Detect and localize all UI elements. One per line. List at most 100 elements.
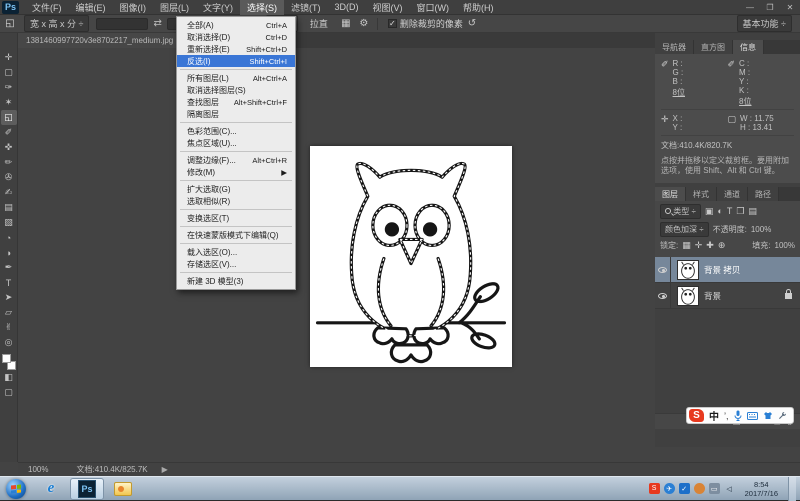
layer-filter-dropdown[interactable]: 类型 ÷ <box>660 204 701 219</box>
zoom-level-field[interactable]: 100% <box>28 465 48 474</box>
quick-mask-icon[interactable]: ◧ <box>1 370 17 385</box>
visibility-toggle[interactable] <box>655 257 671 282</box>
workspace-switcher-dropdown[interactable]: 基本功能 ÷ <box>736 15 792 32</box>
taskbar-photoshop[interactable]: Ps <box>70 477 104 500</box>
minimize-icon[interactable]: — <box>740 2 760 13</box>
blur-tool[interactable]: ◔ <box>1 230 17 245</box>
menu-type[interactable]: 文字(Y) <box>196 0 240 15</box>
tab-navigator[interactable]: 导航器 <box>655 40 694 54</box>
show-desktop-button[interactable] <box>788 476 796 501</box>
type-tool[interactable]: T <box>1 275 17 290</box>
opacity-value[interactable]: 100% <box>751 225 771 234</box>
tray-display-icon[interactable]: ▭ <box>708 483 720 494</box>
menu-item-deselect[interactable]: 取消选择(D) Ctrl+D <box>177 31 295 43</box>
menu-window[interactable]: 窗口(W) <box>410 0 457 15</box>
menu-item-find-layers[interactable]: 查找图层 Alt+Shift+Ctrl+F <box>177 96 295 108</box>
fill-value[interactable]: 100% <box>775 241 795 250</box>
menu-view[interactable]: 视图(V) <box>366 0 410 15</box>
wrench-icon[interactable] <box>778 411 787 420</box>
status-options-arrow-icon[interactable]: ▶ <box>162 465 168 474</box>
menu-image[interactable]: 图像(I) <box>113 0 154 15</box>
overlay-grid-icon[interactable]: ▦ <box>337 18 355 29</box>
menu-item-quick-mask-edit[interactable]: 在快速蒙版模式下编辑(Q) <box>177 229 295 241</box>
menu-item-deselect-layers[interactable]: 取消选择图层(S) <box>177 84 295 96</box>
visibility-toggle[interactable] <box>655 283 671 308</box>
menu-item-grow[interactable]: 扩大选取(G) <box>177 183 295 195</box>
lock-position-icon[interactable]: ✚ <box>706 240 714 251</box>
ime-punctuation-toggle[interactable]: ’, <box>724 411 729 421</box>
healing-brush-tool[interactable]: ✜ <box>1 140 17 155</box>
tab-paths[interactable]: 路径 <box>748 187 779 201</box>
path-select-tool[interactable]: ➤ <box>1 290 17 305</box>
taskbar-clock[interactable]: 8:54 2017/7/16 <box>739 480 784 498</box>
filter-smart-objects-icon[interactable]: ▤ <box>748 206 757 217</box>
taskbar-internet-explorer[interactable]: e <box>34 478 68 500</box>
tab-layers[interactable]: 图层 <box>655 187 686 201</box>
filter-group-layers-icon[interactable]: ❒ <box>736 206 744 217</box>
straighten-button[interactable]: 拉直 <box>304 16 334 31</box>
tray-sogou-icon[interactable]: S <box>648 483 660 494</box>
menu-item-save-selection[interactable]: 存储选区(V)... <box>177 258 295 270</box>
menu-item-modify[interactable]: 修改(M) ▶ <box>177 166 295 178</box>
eyedropper-tool[interactable]: ✐ <box>1 125 17 140</box>
filter-type-layers-icon[interactable]: T <box>727 206 733 217</box>
rgb-bit-depth[interactable]: 8位 <box>673 88 685 97</box>
menu-help[interactable]: 帮助(H) <box>456 0 501 15</box>
taskbar-image-viewer[interactable] <box>106 478 140 500</box>
layer-row-background-copy[interactable]: 背景 拷贝 <box>655 257 800 283</box>
menu-3d[interactable]: 3D(D) <box>328 1 366 13</box>
menu-item-isolate-layers[interactable]: 隔离图层 <box>177 108 295 120</box>
tab-histogram[interactable]: 直方图 <box>694 40 733 54</box>
menu-item-load-selection[interactable]: 载入选区(O)... <box>177 246 295 258</box>
clone-stamp-tool[interactable]: ✇ <box>1 170 17 185</box>
menu-item-color-range[interactable]: 色彩范围(C)... <box>177 125 295 137</box>
layer-thumbnail[interactable] <box>677 285 699 306</box>
menu-item-new-3d-extrusion[interactable]: 新建 3D 模型(3) <box>177 275 295 287</box>
cmyk-bit-depth[interactable]: 8位 <box>739 97 751 106</box>
color-swatches[interactable] <box>1 354 16 370</box>
crop-ratio-dropdown[interactable]: 宽 x 高 x 分 ÷ <box>24 15 90 32</box>
delete-cropped-pixels-checkbox[interactable]: ✓ 删除裁剪的像素 <box>387 17 463 30</box>
tray-volume-icon[interactable]: ◁ <box>724 483 735 494</box>
crop-tool[interactable]: ◱ <box>0 110 17 125</box>
menu-layer[interactable]: 图层(L) <box>153 0 196 15</box>
marquee-tool[interactable]: ▢ <box>1 65 17 80</box>
crop-tool-icon[interactable]: ◱ <box>0 18 20 29</box>
gradient-tool[interactable]: ▧ <box>1 215 17 230</box>
crop-width-input[interactable] <box>96 17 149 30</box>
menu-select[interactable]: 选择(S) <box>240 0 284 15</box>
zoom-tool[interactable]: ◎ <box>1 335 17 350</box>
lasso-tool[interactable]: ✑ <box>1 80 17 95</box>
canvas-area[interactable] <box>18 48 652 462</box>
menu-item-select-all[interactable]: 全部(A) Ctrl+A <box>177 19 295 31</box>
soft-keyboard-icon[interactable] <box>746 411 758 420</box>
skin-icon[interactable] <box>763 411 773 420</box>
brush-tool[interactable]: ✏ <box>1 155 17 170</box>
menu-item-all-layers[interactable]: 所有图层(L) Alt+Ctrl+A <box>177 72 295 84</box>
filter-pixel-layers-icon[interactable]: ▣ <box>705 206 714 217</box>
document-image[interactable] <box>310 146 512 367</box>
tab-channels[interactable]: 通道 <box>717 187 748 201</box>
tray-app-icon[interactable]: ✈ <box>663 483 675 494</box>
ime-language-toggle[interactable]: 中 <box>709 408 719 423</box>
menu-item-similar[interactable]: 选取相似(R) <box>177 195 295 207</box>
lock-all-icon[interactable]: ⊕ <box>718 240 726 251</box>
menu-item-inverse[interactable]: 反选(I) Shift+Ctrl+I <box>177 55 295 67</box>
filter-adjustment-layers-icon[interactable]: ◐ <box>717 206 722 217</box>
dodge-tool[interactable]: ◑ <box>1 245 17 260</box>
layer-thumbnail[interactable] <box>677 259 699 280</box>
pen-tool[interactable]: ✒ <box>1 260 17 275</box>
menu-item-transform-selection[interactable]: 变换选区(T) <box>177 212 295 224</box>
close-icon[interactable]: ✕ <box>780 2 800 13</box>
menu-edit[interactable]: 编辑(E) <box>69 0 113 15</box>
history-brush-tool[interactable]: ✍ <box>1 185 17 200</box>
layer-name[interactable]: 背景 <box>704 290 785 302</box>
hand-tool[interactable]: ✌ <box>1 320 17 335</box>
blend-mode-dropdown[interactable]: 颜色加深 ÷ <box>660 222 709 237</box>
sogou-logo-icon[interactable]: S <box>689 409 704 422</box>
menu-item-refine-edge[interactable]: 调整边缘(F)... Alt+Ctrl+R <box>177 154 295 166</box>
microphone-icon[interactable] <box>734 410 742 421</box>
swap-dimensions-icon[interactable]: ⇄ <box>153 18 161 29</box>
start-button[interactable] <box>6 478 26 499</box>
menu-filter[interactable]: 滤镜(T) <box>284 0 328 15</box>
